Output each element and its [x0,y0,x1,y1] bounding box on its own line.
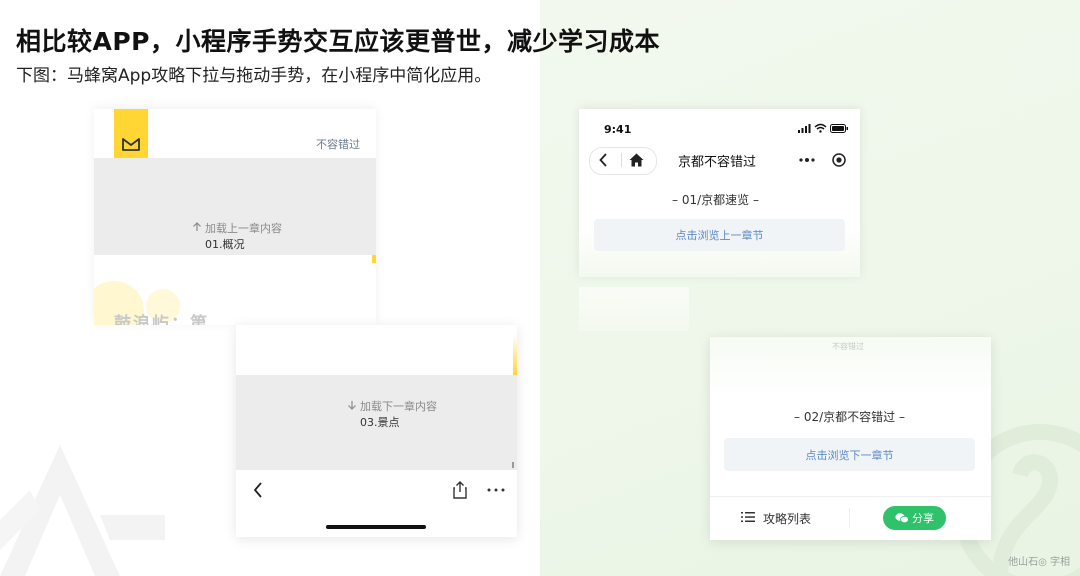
faded-strip [579,287,689,331]
arrow-up-icon [191,221,203,233]
mafengwo-logo-icon [120,135,142,153]
next-chapter-button[interactable]: 点击浏览下一章节 [724,438,975,471]
decorative-triangle-graphic [0,445,165,576]
scroll-indicator-yellow [513,335,517,375]
home-icon[interactable] [625,150,647,170]
top-link-buryoucuoguo[interactable]: 不容错过 [316,136,360,152]
bottom-bar-divider [710,496,991,497]
load-prev-text: 加载上一章内容 [205,222,282,235]
miniprogram-bottom-screen: 不容错过 – 02/京都不容错过 – 点击浏览下一章节 攻略列表 分享 [710,337,991,540]
close-target-icon[interactable] [829,150,849,170]
bar-separator [849,508,850,528]
more-dots-icon[interactable] [486,480,506,500]
signal-icon [797,123,811,133]
page-title: 相比较APP，小程序手势交互应该更普世，减少学习成本 [16,27,660,56]
back-chevron-icon[interactable] [248,480,268,500]
home-indicator [326,525,426,529]
battery-icon [829,123,849,133]
nav-title: 京都不容错过 [678,155,757,170]
drag-up-area[interactable]: 加载下一章内容 03.景点 [236,375,517,470]
scrollbar-tick [512,462,514,468]
arrow-down-icon [346,399,358,411]
app-top-screen: 不容错过 加载上一章内容 01.概况 鼓浪屿：第 [94,109,376,325]
faded-article-heading: 鼓浪屿：第 [114,314,209,325]
next-chapter-text: 03.景点 [360,416,400,429]
menu-dots-icon[interactable] [797,151,817,169]
faded-top-label: 不容错过 [832,342,864,351]
prev-chapter-button[interactable]: 点击浏览上一章节 [594,219,845,251]
miniprogram-top-screen: 9:41 京都不容错过 – 01/京都速览 – 点击浏览上一章节 [579,109,860,277]
list-icon [740,510,756,524]
share-icon[interactable] [450,480,470,500]
pull-down-area[interactable]: 加载上一章内容 01.概况 [94,158,376,255]
back-chevron-icon[interactable] [593,150,613,170]
page-subtitle: 下图：马蜂窝App攻略下拉与拖动手势，在小程序中简化应用。 [16,66,492,86]
app-bottom-screen: 加载下一章内容 03.景点 [236,325,517,537]
share-button[interactable]: 分享 [883,506,946,530]
prev-chapter-text: 01.概况 [205,238,245,251]
wechat-icon [895,513,909,524]
scroll-indicator [372,255,376,263]
capsule-divider [621,153,622,167]
section-title-02: – 02/京都不容错过 – [794,410,905,424]
wifi-icon [813,122,827,133]
share-label: 分享 [912,512,934,525]
load-next-text: 加载下一章内容 [360,400,437,413]
watermark: 他山石◎ 字相 [1008,557,1070,568]
section-title-01: – 01/京都速览 – [672,193,759,207]
status-time: 9:41 [604,123,632,136]
guide-list-button[interactable]: 攻略列表 [763,510,811,527]
